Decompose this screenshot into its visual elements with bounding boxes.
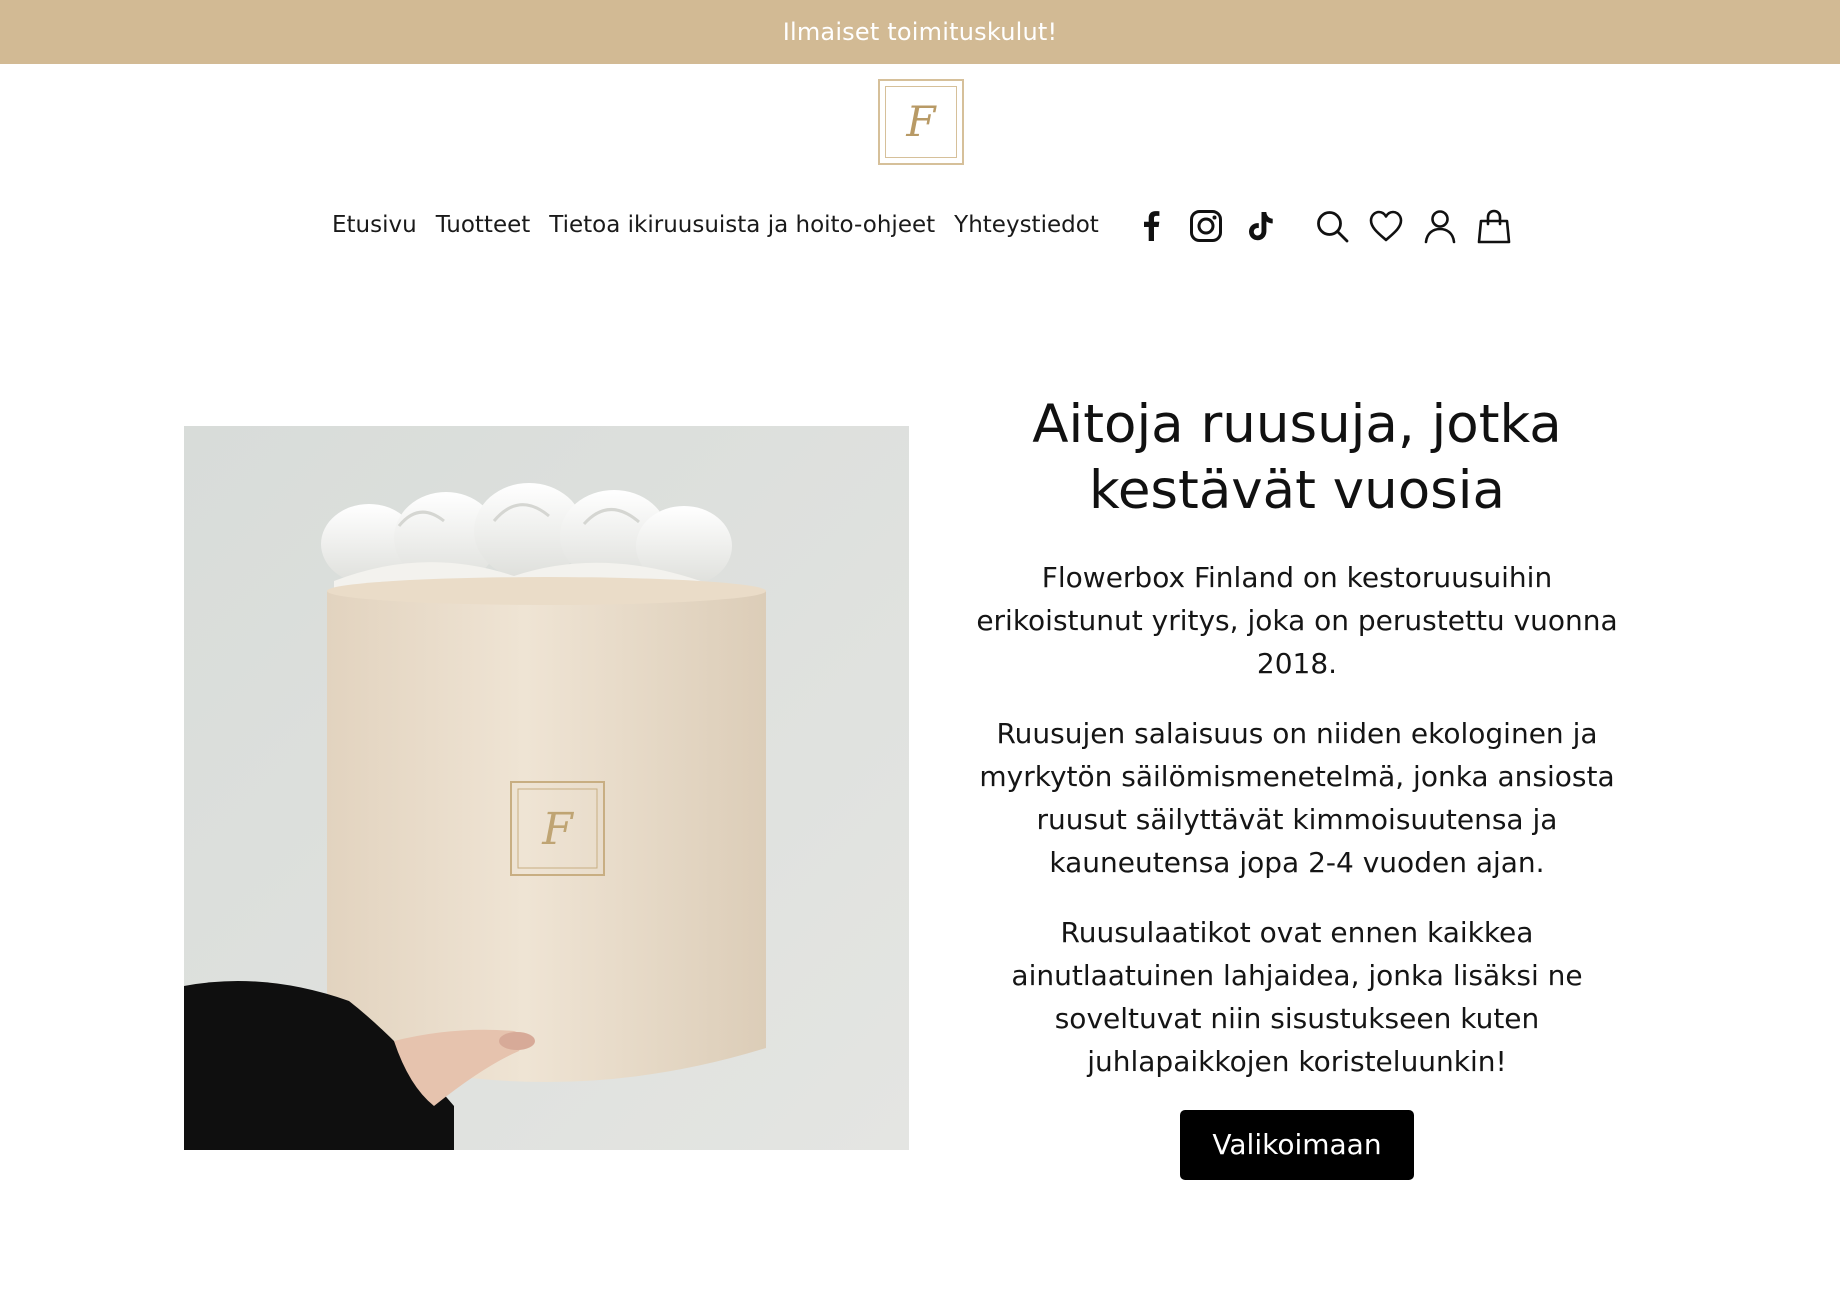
nav-link-yhteystiedot[interactable]: Yhteystiedot (954, 212, 1099, 238)
main-navigation: Etusivu Tuotteet Tietoa ikiruusuista ja … (0, 198, 1840, 252)
paragraph-line: soveltuvat niin sisustukseen kuten (1054, 1002, 1540, 1035)
paragraph-line: Ruusujen salaisuus on niiden ekologinen … (996, 717, 1598, 750)
paragraph-line: juhlapaikkojen koristeluunkin! (1087, 1045, 1507, 1078)
hero-title-line: kestävät vuosia (1089, 460, 1505, 521)
account-icon[interactable] (1422, 208, 1458, 244)
hero-paragraph-gift: Ruusulaatikot ovat ennen kaikkea ainutla… (960, 911, 1634, 1083)
announcement-text: Ilmaiset toimituskulut! (782, 18, 1058, 46)
svg-text:F: F (541, 804, 574, 855)
heart-icon[interactable] (1368, 208, 1404, 244)
paragraph-line: myrkytön säilömismenetelmä, jonka ansios… (979, 760, 1615, 793)
nav-link-tuotteet[interactable]: Tuotteet (436, 212, 531, 238)
rose-box-photo: F (184, 426, 909, 1150)
nav-links: Etusivu Tuotteet Tietoa ikiruusuista ja … (332, 198, 1099, 252)
paragraph-line: kauneutensa jopa 2-4 vuoden ajan. (1049, 846, 1545, 879)
tiktok-icon[interactable] (1242, 208, 1278, 244)
logo-inner-frame: F (885, 86, 957, 158)
announcement-bar: Ilmaiset toimituskulut! (0, 0, 1840, 64)
nav-link-etusivu[interactable]: Etusivu (332, 212, 417, 238)
instagram-icon[interactable] (1188, 208, 1224, 244)
hero-title: Aitoja ruusuja, jotka kestävät vuosia (960, 392, 1634, 524)
paragraph-line: ainutlaatuinen lahjaidea, jonka lisäksi … (1011, 959, 1583, 992)
shop-collection-button[interactable]: Valikoimaan (1180, 1110, 1414, 1180)
paragraph-line: 2018. (1256, 647, 1338, 680)
logo-monogram: F (906, 97, 936, 146)
search-icon[interactable] (1314, 208, 1350, 244)
hero-paragraph-secret: Ruusujen salaisuus on niiden ekologinen … (960, 712, 1634, 884)
nav-link-tietoa[interactable]: Tietoa ikiruusuista ja hoito-ohjeet (549, 212, 935, 238)
paragraph-line: ruusut säilyttävät kimmoisuutensa ja (1036, 803, 1558, 836)
paragraph-line: erikoistunut yritys, joka on perustettu … (976, 604, 1618, 637)
hero-text-block: Aitoja ruusuja, jotka kestävät vuosia Fl… (960, 392, 1634, 1180)
site-logo[interactable]: F (878, 79, 964, 165)
hero-product-image: F (184, 426, 909, 1150)
paragraph-line: Ruusulaatikot ovat ennen kaikkea (1060, 916, 1534, 949)
paragraph-line: Flowerbox Finland on kestoruusuihin (1041, 561, 1553, 594)
hero-paragraph-intro: Flowerbox Finland on kestoruusuihin erik… (960, 556, 1634, 685)
hero-title-line: Aitoja ruusuja, jotka (1032, 394, 1562, 455)
facebook-icon[interactable] (1134, 208, 1170, 244)
cart-icon[interactable] (1476, 208, 1512, 244)
